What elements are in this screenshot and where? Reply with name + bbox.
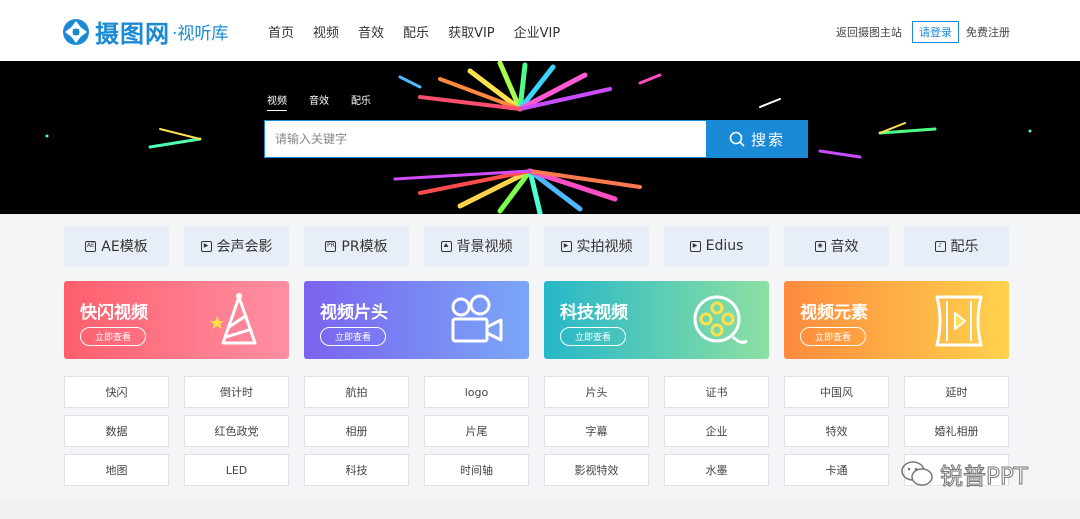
music-note-icon: ♪ <box>934 240 946 252</box>
nav-video[interactable]: 视频 <box>313 22 339 41</box>
tag-link[interactable]: 片头 <box>544 376 649 408</box>
tag-link[interactable]: 相册 <box>304 415 409 447</box>
promo-view-button[interactable]: 立即查看 <box>80 327 146 346</box>
search-type-tabs: 视频 音效 配乐 <box>267 92 371 111</box>
top-header: 摄图网 ·视听库 首页 视频 音效 配乐 获取VIP 企业VIP 返回摄图主站 … <box>0 0 1080 61</box>
login-button[interactable]: 请登录 <box>912 21 959 43</box>
tag-link[interactable]: logo <box>424 376 529 408</box>
tag-link[interactable]: 水墨 <box>664 454 769 486</box>
tag-link[interactable]: LED <box>184 454 289 486</box>
page-bottom-strip <box>0 501 1080 519</box>
category-label: 音效 <box>830 239 859 255</box>
search-bar: 搜索 <box>264 120 808 158</box>
nav-sound-effects[interactable]: 音效 <box>358 22 384 41</box>
search-icon <box>729 131 745 147</box>
pr-icon: PR <box>325 240 337 252</box>
user-links: 返回摄图主站 请登录 免费注册 <box>836 21 1010 43</box>
tag-link[interactable]: 延时 <box>904 376 1009 408</box>
tab-sound-effects[interactable]: 音效 <box>309 92 329 111</box>
nav-enterprise-vip[interactable]: 企业VIP <box>514 22 561 41</box>
category-background-video[interactable]: ⛰ 背景视频 <box>424 226 529 266</box>
film-strip-icon <box>935 295 983 347</box>
tag-link[interactable]: 婚礼相册 <box>904 415 1009 447</box>
search-button[interactable]: 搜索 <box>706 120 808 158</box>
tag-link[interactable]: 数据 <box>64 415 169 447</box>
category-huishenghuiying[interactable]: ▶ 会声会影 <box>184 226 289 266</box>
tag-link[interactable]: 航拍 <box>304 376 409 408</box>
category-pr-template[interactable]: PR PR模板 <box>304 226 409 266</box>
promo-view-button[interactable]: 立即查看 <box>560 327 626 346</box>
category-label: 配乐 <box>950 239 979 255</box>
tag-link[interactable]: 时间轴 <box>424 454 529 486</box>
watermark: 锐普PPT <box>900 457 1028 491</box>
search-input[interactable] <box>264 120 706 158</box>
promo-title: 科技视频 <box>560 303 628 323</box>
wechat-icon <box>901 461 933 486</box>
tag-link[interactable]: 片尾 <box>424 415 529 447</box>
tag-link[interactable]: 红色政党 <box>184 415 289 447</box>
tag-link[interactable]: 科技 <box>304 454 409 486</box>
category-label: 实拍视频 <box>576 239 633 255</box>
category-label: Edius <box>705 238 744 254</box>
nav-music[interactable]: 配乐 <box>403 22 429 41</box>
film-camera-icon <box>451 294 503 343</box>
image-icon: ⛰ <box>440 240 452 252</box>
nav-home[interactable]: 首页 <box>268 22 294 41</box>
category-label: PR模板 <box>341 239 388 255</box>
play-icon: ▶ <box>200 240 212 252</box>
video-camera-icon: ▶ <box>560 240 572 252</box>
category-sound-effects[interactable]: ◉ 音效 <box>784 226 889 266</box>
watermark-text: 锐普PPT <box>940 464 1029 491</box>
promo-card-video-intro[interactable]: 视频片头 立即查看 <box>304 281 529 359</box>
tab-music[interactable]: 配乐 <box>351 92 371 111</box>
promo-card-tech-video[interactable]: 科技视频 立即查看 <box>544 281 769 359</box>
tab-video[interactable]: 视频 <box>267 92 287 111</box>
promo-title: 快闪视频 <box>80 303 148 323</box>
tag-link[interactable]: 证书 <box>664 376 769 408</box>
play-icon: ▶ <box>689 240 701 252</box>
promo-title: 视频元素 <box>800 303 868 323</box>
hero-banner: 视频 音效 配乐 搜索 <box>0 61 1080 214</box>
search-button-label: 搜索 <box>750 130 785 149</box>
party-hat-icon <box>210 293 257 345</box>
tag-link[interactable]: 卡通 <box>784 454 889 486</box>
category-label: AE模板 <box>101 239 148 255</box>
main-nav: 首页 视频 音效 配乐 获取VIP 企业VIP <box>268 22 579 41</box>
tag-link[interactable]: 中国风 <box>784 376 889 408</box>
logo-name: 摄图网 <box>95 19 170 48</box>
tag-link[interactable]: 企业 <box>664 415 769 447</box>
tag-link[interactable]: 地图 <box>64 454 169 486</box>
promo-view-button[interactable]: 立即查看 <box>320 327 386 346</box>
speaker-icon: ◉ <box>814 240 826 252</box>
category-live-footage[interactable]: ▶ 实拍视频 <box>544 226 649 266</box>
category-label: 背景视频 <box>456 239 513 255</box>
category-ae-template[interactable]: AE AE模板 <box>64 226 169 266</box>
tag-link[interactable]: 快闪 <box>64 376 169 408</box>
promo-card-video-elements[interactable]: 视频元素 立即查看 <box>784 281 1009 359</box>
promo-title: 视频片头 <box>320 303 388 323</box>
film-reel-icon <box>693 295 748 344</box>
tag-link[interactable]: 特效 <box>784 415 889 447</box>
back-to-main-site-link[interactable]: 返回摄图主站 <box>836 24 902 40</box>
tag-link[interactable]: 影视特效 <box>544 454 649 486</box>
promo-card-flash-video[interactable]: 快闪视频 立即查看 <box>64 281 289 359</box>
category-edius[interactable]: ▶ Edius <box>664 226 769 266</box>
tag-link[interactable]: 倒计时 <box>184 376 289 408</box>
site-logo[interactable]: 摄图网 ·视听库 <box>62 14 228 49</box>
category-label: 会声会影 <box>216 239 273 255</box>
register-link[interactable]: 免费注册 <box>966 24 1010 40</box>
category-music[interactable]: ♪ 配乐 <box>904 226 1009 266</box>
camera-aperture-icon <box>63 18 89 45</box>
logo-subtitle: ·视听库 <box>172 24 229 44</box>
promo-view-button[interactable]: 立即查看 <box>800 327 866 346</box>
ae-icon: AE <box>85 240 97 252</box>
tag-link[interactable]: 字幕 <box>544 415 649 447</box>
nav-get-vip[interactable]: 获取VIP <box>448 22 495 41</box>
